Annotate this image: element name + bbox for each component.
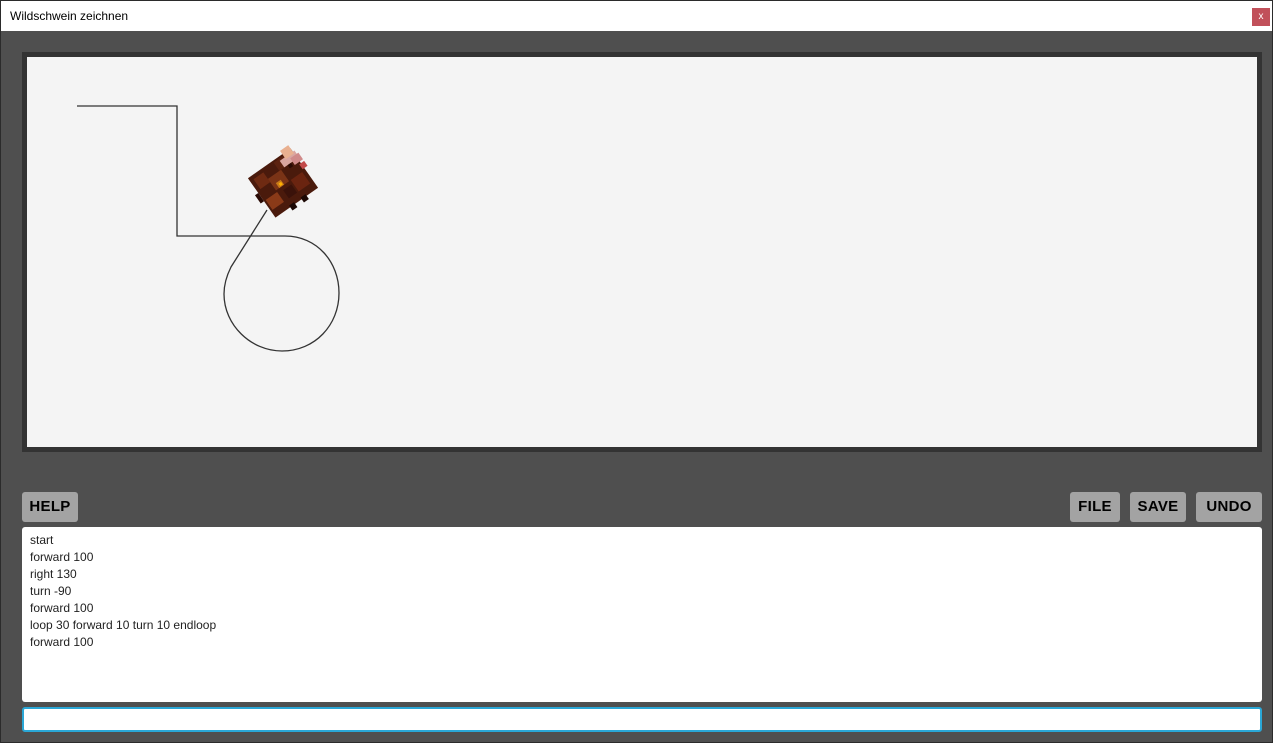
code-editor[interactable]: start forward 100 right 130 turn -90 for…	[22, 527, 1262, 702]
drawn-path	[77, 105, 285, 237]
save-button[interactable]: SAVE	[1130, 492, 1186, 522]
code-line: turn -90	[30, 584, 72, 598]
drawing-canvas-frame	[22, 52, 1262, 452]
code-line: forward 100	[30, 601, 94, 615]
drawing-canvas	[27, 57, 1257, 447]
code-line: loop 30 forward 10 turn 10 endloop	[30, 618, 217, 632]
drawn-loop-circle	[223, 209, 340, 352]
code-line: right 130	[30, 567, 77, 581]
undo-button[interactable]: UNDO	[1196, 492, 1262, 522]
code-line: start	[30, 533, 54, 547]
code-line: forward 100	[30, 635, 94, 649]
wild-boar-sprite	[247, 145, 319, 218]
window-title: Wildschwein zeichnen	[10, 9, 129, 23]
help-button[interactable]: HELP	[22, 492, 78, 522]
title-bar[interactable]: Wildschwein zeichnen x	[1, 1, 1272, 31]
file-button[interactable]: FILE	[1070, 492, 1120, 522]
app-window: Wildschwein zeichnen x HELP FILE SAVE UN…	[0, 0, 1273, 743]
command-input[interactable]	[22, 707, 1262, 732]
close-button[interactable]: x	[1252, 8, 1270, 26]
code-line: forward 100	[30, 550, 94, 564]
turtle-drawing	[77, 105, 340, 352]
